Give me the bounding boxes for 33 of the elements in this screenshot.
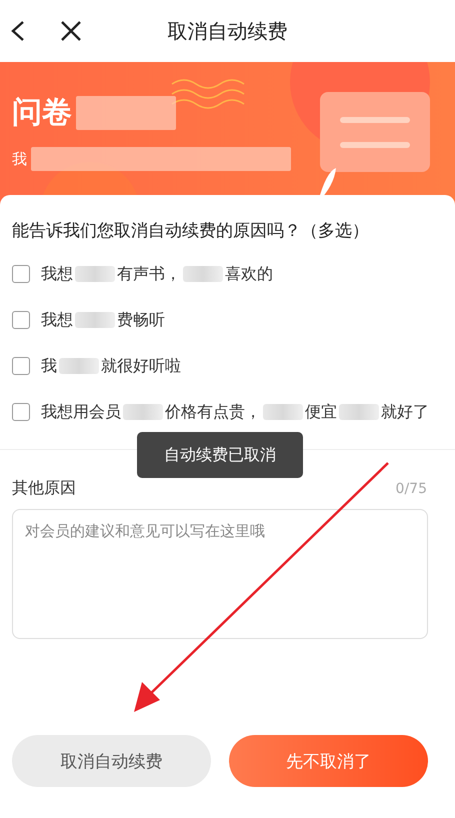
- option-text: 就很好听啦: [101, 356, 181, 376]
- checkbox[interactable]: [12, 311, 30, 329]
- redaction-smear: [263, 404, 303, 420]
- checkbox[interactable]: [12, 265, 30, 283]
- back-icon[interactable]: [10, 20, 26, 42]
- option-text: 我想: [41, 310, 73, 330]
- option-text: 价格有点贵，: [165, 402, 261, 422]
- reason-input-field[interactable]: 对会员的建议和意见可以写在这里哦: [12, 509, 428, 639]
- close-icon[interactable]: [60, 20, 82, 42]
- redaction-smear: [75, 312, 115, 328]
- cancel-renewal-button[interactable]: 取消自动续费: [12, 735, 211, 787]
- option-text: 喜欢的: [225, 264, 273, 284]
- option-text: 我想用会员: [41, 402, 121, 422]
- question-text: 能告诉我们您取消自动续费的原因吗？（多选）: [11, 220, 370, 243]
- page-title: 取消自动续费: [168, 18, 288, 42]
- toast-message: 自动续费已取消: [137, 432, 303, 478]
- banner-title: 问卷: [12, 94, 72, 132]
- checkbox[interactable]: [12, 357, 30, 375]
- banner-subtitle: 我: [12, 150, 27, 168]
- option-text: 我: [41, 356, 57, 376]
- option-text: 就好了: [381, 402, 429, 422]
- option-text: 费畅听: [117, 310, 165, 330]
- other-reason-label: 其他原因: [12, 478, 76, 499]
- character-counter: 0/75: [396, 480, 427, 496]
- redaction-smear: [339, 404, 379, 420]
- redaction-smear: [59, 358, 99, 374]
- option-text: 有声书，: [117, 264, 181, 284]
- redaction-smear: [75, 266, 115, 282]
- option-text: 便宜: [305, 402, 337, 422]
- redaction-smear: [183, 266, 223, 282]
- checkbox[interactable]: [12, 403, 30, 421]
- option-text: 我想: [41, 264, 73, 284]
- redaction-smear: [123, 404, 163, 420]
